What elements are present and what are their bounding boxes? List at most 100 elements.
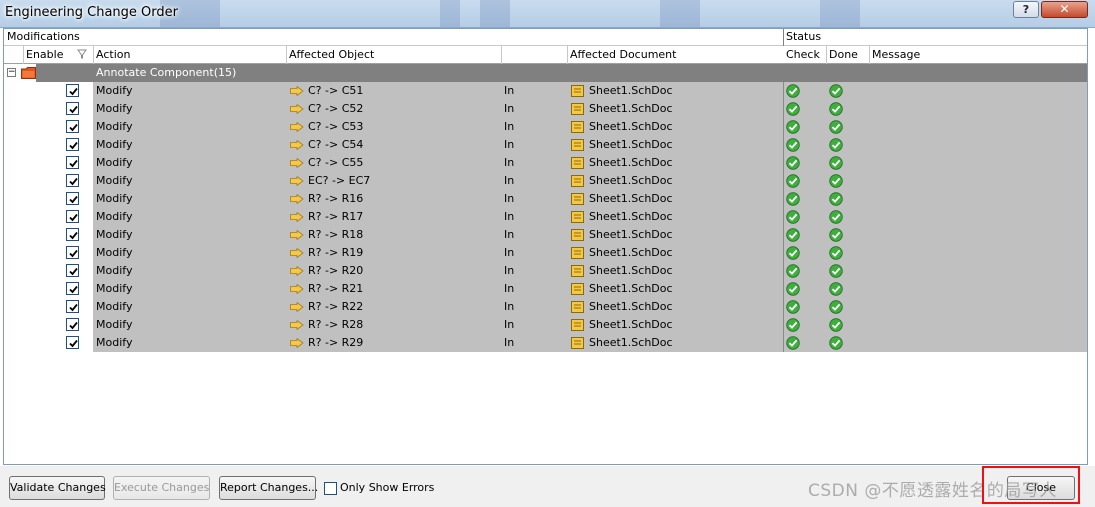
schematic-document-icon: [571, 211, 584, 223]
background-ghost: [480, 0, 510, 27]
green-check-icon: [786, 264, 800, 278]
enable-checkbox[interactable]: [66, 156, 79, 169]
modifications-group-header: Modifications: [4, 29, 783, 46]
table-row[interactable]: Modify R? -> R17 In Sheet1.SchDoc: [4, 208, 1087, 226]
table-row[interactable]: Modify R? -> R20 In Sheet1.SchDoc: [4, 262, 1087, 280]
table-row[interactable]: Modify R? -> R18 In Sheet1.SchDoc: [4, 226, 1087, 244]
action-column-header[interactable]: Action: [93, 46, 286, 64]
green-check-icon: [786, 318, 800, 332]
affected-object-cell: R? -> R18: [308, 228, 364, 241]
table-row[interactable]: Modify R? -> R28 In Sheet1.SchDoc: [4, 316, 1087, 334]
column-divider: [286, 46, 287, 64]
enable-header-label: Enable: [26, 48, 64, 61]
enable-checkbox[interactable]: [66, 192, 79, 205]
green-check-icon: [829, 84, 843, 98]
green-check-icon: [786, 138, 800, 152]
enable-checkbox[interactable]: [66, 246, 79, 259]
affected-object-cell: EC? -> EC7: [308, 174, 371, 187]
table-row[interactable]: Modify C? -> C54 In Sheet1.SchDoc: [4, 136, 1087, 154]
table-row[interactable]: Modify R? -> R29 In Sheet1.SchDoc: [4, 334, 1087, 352]
component-arrow-icon: [290, 122, 304, 132]
done-header-label: Done: [829, 48, 858, 61]
table-row[interactable]: Modify C? -> C53 In Sheet1.SchDoc: [4, 118, 1087, 136]
action-cell: Modify: [96, 246, 133, 259]
column-divider: [501, 46, 502, 64]
affected-document-header-label: Affected Document: [570, 48, 677, 61]
table-row[interactable]: Modify EC? -> EC7 In Sheet1.SchDoc: [4, 172, 1087, 190]
green-check-icon: [786, 156, 800, 170]
enable-checkbox[interactable]: [66, 300, 79, 313]
enable-checkbox[interactable]: [66, 336, 79, 349]
execute-changes-button[interactable]: Execute Changes: [113, 476, 210, 500]
action-cell: Modify: [96, 228, 133, 241]
check-column-header[interactable]: Check: [783, 46, 826, 64]
status-group-header: Status: [783, 29, 1087, 46]
action-header-label: Action: [96, 48, 131, 61]
table-row[interactable]: Modify R? -> R19 In Sheet1.SchDoc: [4, 244, 1087, 262]
schematic-document-icon: [571, 139, 584, 151]
direction-cell: In: [504, 264, 515, 277]
action-cell: Modify: [96, 336, 133, 349]
filter-icon[interactable]: [77, 49, 87, 59]
table-row[interactable]: Modify C? -> C52 In Sheet1.SchDoc: [4, 100, 1087, 118]
direction-column-header[interactable]: [501, 46, 567, 64]
only-show-errors-label[interactable]: Only Show Errors: [340, 481, 434, 494]
background-ghost: [660, 0, 700, 27]
enable-checkbox[interactable]: [66, 264, 79, 277]
enable-checkbox[interactable]: [66, 282, 79, 295]
row-divider: [783, 316, 784, 334]
green-check-icon: [786, 246, 800, 260]
help-button[interactable]: ?: [1013, 1, 1039, 18]
table-row[interactable]: Modify R? -> R16 In Sheet1.SchDoc: [4, 190, 1087, 208]
row-divider: [783, 280, 784, 298]
affected-object-cell: C? -> C52: [308, 102, 364, 115]
table-row[interactable]: Modify R? -> R22 In Sheet1.SchDoc: [4, 298, 1087, 316]
enable-checkbox[interactable]: [66, 210, 79, 223]
done-column-header[interactable]: Done: [826, 46, 869, 64]
enable-checkbox[interactable]: [66, 318, 79, 331]
table-row[interactable]: Modify C? -> C51 In Sheet1.SchDoc: [4, 82, 1087, 100]
direction-cell: In: [504, 138, 515, 151]
action-cell: Modify: [96, 84, 133, 97]
row-divider: [783, 82, 784, 100]
schematic-document-icon: [571, 157, 584, 169]
affected-object-cell: C? -> C51: [308, 84, 364, 97]
schematic-document-icon: [571, 337, 584, 349]
enable-checkbox[interactable]: [66, 84, 79, 97]
table-row[interactable]: Modify C? -> C55 In Sheet1.SchDoc: [4, 154, 1087, 172]
message-column-header[interactable]: Message: [869, 46, 1087, 64]
enable-checkbox[interactable]: [66, 120, 79, 133]
green-check-icon: [786, 210, 800, 224]
action-cell: Modify: [96, 264, 133, 277]
row-divider: [783, 118, 784, 136]
action-cell: Modify: [96, 282, 133, 295]
affected-object-column-header[interactable]: Affected Object: [286, 46, 501, 64]
group-row-annotate-component[interactable]: − Annotate Component(15): [4, 64, 1087, 82]
only-show-errors-checkbox[interactable]: [324, 482, 337, 495]
enable-checkbox[interactable]: [66, 174, 79, 187]
ecm-grid: Modifications Status Enable Action Affec…: [3, 28, 1088, 465]
folder-icon: [21, 67, 36, 79]
affected-document-cell: Sheet1.SchDoc: [589, 318, 673, 331]
enable-checkbox[interactable]: [66, 138, 79, 151]
modifications-header-label: Modifications: [7, 30, 80, 43]
green-check-icon: [786, 84, 800, 98]
action-cell: Modify: [96, 192, 133, 205]
affected-object-cell: C? -> C53: [308, 120, 364, 133]
validate-changes-button[interactable]: Validate Changes: [9, 476, 106, 500]
window-close-button[interactable]: ✕: [1041, 1, 1088, 18]
table-row[interactable]: Modify R? -> R21 In Sheet1.SchDoc: [4, 280, 1087, 298]
direction-cell: In: [504, 300, 515, 313]
green-check-icon: [829, 300, 843, 314]
green-check-icon: [786, 192, 800, 206]
component-arrow-icon: [290, 338, 304, 348]
green-check-icon: [786, 174, 800, 188]
component-arrow-icon: [290, 176, 304, 186]
enable-checkbox[interactable]: [66, 102, 79, 115]
enable-checkbox[interactable]: [66, 228, 79, 241]
collapse-toggle[interactable]: −: [7, 68, 16, 77]
affected-document-cell: Sheet1.SchDoc: [589, 264, 673, 277]
affected-object-cell: R? -> R28: [308, 318, 364, 331]
report-changes-button[interactable]: Report Changes...: [219, 476, 318, 500]
affected-document-column-header[interactable]: Affected Document: [567, 46, 783, 64]
